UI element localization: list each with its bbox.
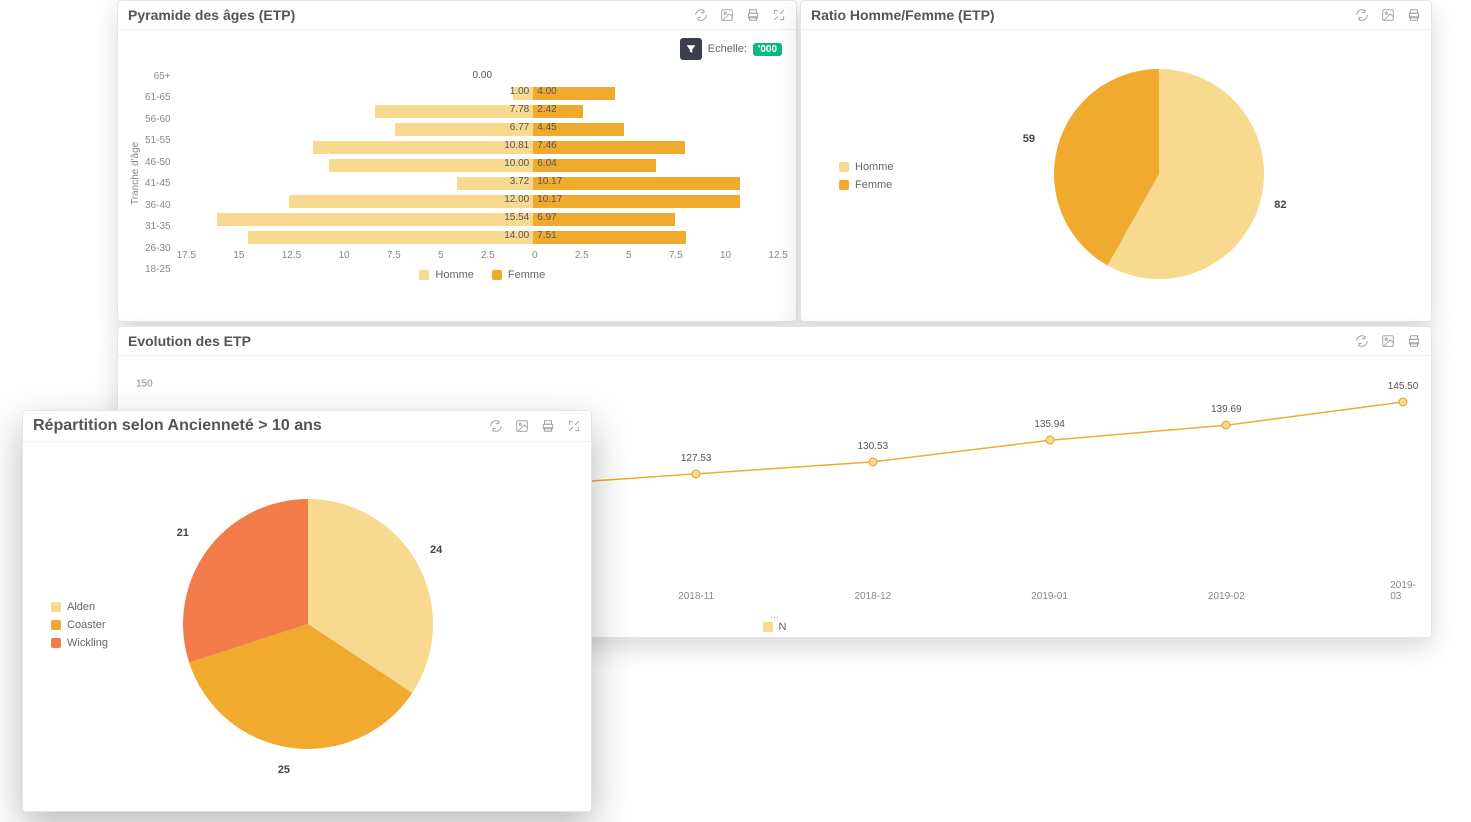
print-icon[interactable] xyxy=(541,419,555,433)
print-icon[interactable] xyxy=(1407,334,1421,348)
panel-pyramid: Pyramide des âges (ETP) Echelle: '000 Tr… xyxy=(117,0,797,322)
legend-item-n[interactable]: N xyxy=(763,621,787,633)
print-icon[interactable] xyxy=(746,8,760,22)
image-export-icon[interactable] xyxy=(515,419,529,433)
panel-ratio: Ratio Homme/Femme (ETP) Homme Femme 82 59 xyxy=(800,0,1432,322)
legend-item-femme[interactable]: Femme xyxy=(839,179,894,191)
ratio-value-homme: 82 xyxy=(1274,199,1286,211)
legend-item-coaster[interactable]: Coaster xyxy=(51,619,108,631)
echelle-label: Echelle: xyxy=(708,43,747,55)
panel-title-ratio: Ratio Homme/Femme (ETP) xyxy=(811,7,995,23)
anc-value-alden: 24 xyxy=(430,544,442,556)
legend-item-wickling[interactable]: Wickling xyxy=(51,637,108,649)
ratio-pie-chart xyxy=(1044,59,1274,289)
expand-icon[interactable] xyxy=(567,419,581,433)
refresh-icon[interactable] xyxy=(489,419,503,433)
legend-item-alden[interactable]: Alden xyxy=(51,601,108,613)
refresh-icon[interactable] xyxy=(694,8,708,22)
print-icon[interactable] xyxy=(1407,8,1421,22)
panel-title-pyramid: Pyramide des âges (ETP) xyxy=(128,7,295,23)
anc-value-wickling: 21 xyxy=(177,527,189,539)
expand-icon[interactable] xyxy=(772,8,786,22)
legend-item-homme[interactable]: Homme xyxy=(839,161,894,173)
image-export-icon[interactable] xyxy=(1381,334,1395,348)
refresh-icon[interactable] xyxy=(1355,334,1369,348)
panel-anciennete: Répartition selon Ancienneté > 10 ans Al… xyxy=(22,410,592,812)
panel-title-anciennete: Répartition selon Ancienneté > 10 ans xyxy=(33,417,322,435)
ratio-value-femme: 59 xyxy=(1023,133,1035,145)
anciennete-pie-chart xyxy=(168,484,448,764)
echelle-value[interactable]: '000 xyxy=(753,43,782,56)
legend-item-femme[interactable]: Femme xyxy=(492,269,545,281)
filter-icon[interactable] xyxy=(680,38,702,60)
image-export-icon[interactable] xyxy=(1381,8,1395,22)
refresh-icon[interactable] xyxy=(1355,8,1369,22)
panel-title-evolution: Evolution des ETP xyxy=(128,333,251,349)
pyramid-ylabel: Tranche d'âge xyxy=(126,66,145,281)
legend-item-homme[interactable]: Homme xyxy=(419,269,474,281)
anc-value-coaster: 25 xyxy=(278,764,290,776)
image-export-icon[interactable] xyxy=(720,8,734,22)
